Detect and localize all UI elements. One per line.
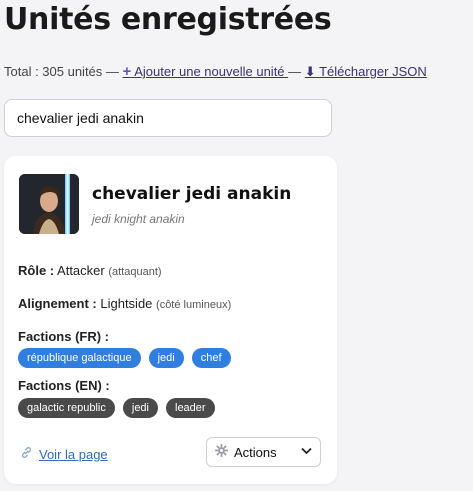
search-input[interactable]: chevalier jedi anakin	[4, 99, 332, 137]
factions-fr-tags: république galactique jedi chef	[18, 348, 231, 368]
role-translation: (attaquant)	[108, 266, 162, 278]
add-unit-link[interactable]: + Ajouter une nouvelle unité	[122, 63, 289, 80]
alignment-translation: (côté lumineux)	[156, 299, 232, 311]
faction-tag: chef	[191, 348, 231, 368]
faction-tag: leader	[166, 398, 215, 418]
download-json-link[interactable]: ⬇ Télécharger JSON	[305, 64, 427, 79]
character-portrait-icon	[19, 174, 79, 234]
actions-label: Actions	[234, 444, 277, 460]
unit-card: chevalier jedi anakin jedi knight anakin…	[4, 156, 337, 484]
download-json-label: Télécharger JSON	[319, 64, 427, 79]
alignment-label: Alignement :	[18, 296, 97, 311]
factions-en-tags: galactic republic jedi leader	[18, 398, 215, 418]
add-unit-label: Ajouter une nouvelle unité	[134, 64, 285, 79]
view-page-link[interactable]: Voir la page	[20, 446, 108, 462]
gear-icon	[214, 443, 229, 460]
role-row: Rôle : Attacker (attaquant)	[18, 263, 162, 278]
page-title: Unités enregistrées	[4, 2, 332, 37]
unit-english-name: jedi knight anakin	[92, 212, 185, 226]
alignment-row: Alignement : Lightside (côté lumineux)	[18, 296, 231, 311]
faction-tag: jedi	[122, 398, 158, 418]
link-icon	[20, 446, 33, 462]
download-icon: ⬇	[304, 64, 316, 79]
plus-icon: +	[122, 63, 132, 80]
faction-tag: république galactique	[18, 348, 141, 368]
role-value: Attacker	[57, 263, 105, 278]
total-count: Total : 305 unités —	[4, 64, 119, 79]
factions-fr-label: Factions (FR) :	[18, 329, 109, 344]
actions-select[interactable]: Actions	[206, 437, 321, 467]
alignment-value: Lightside	[100, 296, 153, 311]
faction-tag: jedi	[148, 348, 184, 368]
view-page-label: Voir la page	[39, 446, 108, 462]
separator: —	[288, 64, 302, 79]
factions-en-label: Factions (EN) :	[18, 378, 110, 393]
role-label: Rôle :	[18, 263, 55, 278]
chevron-down-icon	[301, 446, 312, 458]
unit-name: chevalier jedi anakin	[92, 184, 292, 204]
summary-bar: Total : 305 unités — + Ajouter une nouve…	[4, 63, 427, 80]
faction-tag: galactic republic	[18, 398, 115, 418]
